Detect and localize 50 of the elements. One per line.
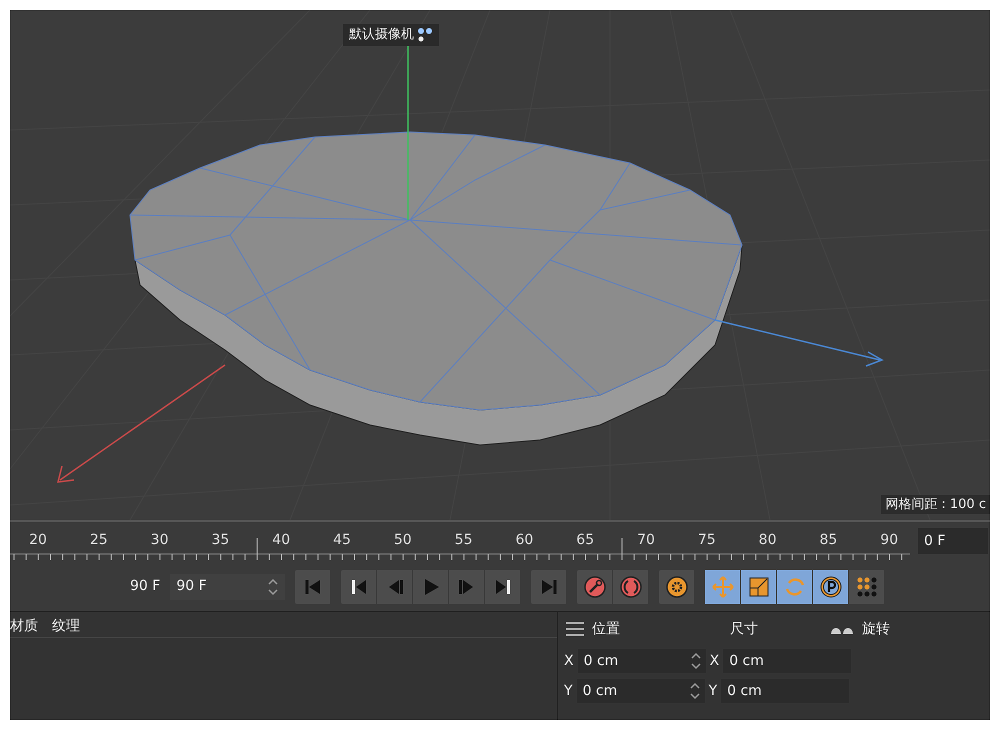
size-field[interactable]: 0 cm [723,649,852,673]
frame-number: 60 [515,532,534,548]
gear-icon [666,576,688,598]
position-field[interactable]: 0 cm [576,679,705,703]
frame-number: 55 [454,532,473,548]
rotate-icon [784,576,806,598]
menu-tab[interactable]: 纹理 [52,616,80,637]
position-field[interactable]: 0 cm [578,649,706,673]
frame-number: 50 [394,532,412,548]
axis-label: Y [708,682,718,700]
frame-number: 40 [272,532,290,548]
frame-number: 90 [880,532,898,548]
menu-icon [566,621,584,637]
frame-number: 30 [150,532,169,548]
tool-button[interactable] [777,570,814,604]
move-icon [712,576,734,598]
frame-number: 35 [211,532,230,548]
min-frame-value: 90 F [130,577,160,596]
menu-tab[interactable]: 材质 [10,616,38,637]
axis-label: Y [564,682,573,700]
spinner-icon [690,652,702,670]
frame-number: 20 [29,532,47,548]
tool-button[interactable] [741,570,778,604]
frame-number: 45 [333,532,351,548]
frame-number: 85 [819,532,838,548]
max-frame-field[interactable]: 90 F [170,574,286,600]
autokey-icon [620,576,642,598]
tool-button[interactable] [705,570,742,604]
tool-button[interactable] [813,570,850,604]
spinner-icon [688,682,701,700]
spinner-icon [267,578,280,596]
grid-spacing-label: 网格间距 : 100 c [881,494,990,514]
axis-label: X [564,652,574,670]
scale-icon [748,576,770,598]
current-frame-field[interactable]: 0 F [918,528,988,554]
key-icon [584,576,606,598]
frame-number: 25 [90,532,108,548]
dot-grid-icon [856,576,878,598]
frame-number: 75 [698,532,716,548]
section-header: 尺寸 [730,620,759,638]
frame-number: 70 [637,532,655,548]
frame-number: 65 [576,532,594,548]
camera-label: 默认摄像机 [349,26,414,44]
section-header: 旋转 [862,620,890,638]
frame-number: 80 [758,532,777,548]
axis-label: X [710,652,720,670]
parameter-icon [820,576,842,598]
camera-icon [417,26,433,43]
size-field[interactable]: 0 cm [721,679,850,703]
section-header: 位置 [592,620,621,638]
